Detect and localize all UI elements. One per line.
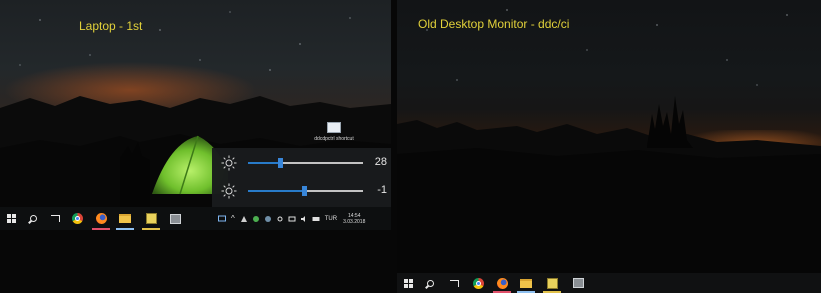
file-explorer-taskbar-button[interactable] [515, 273, 537, 293]
windows-logo-icon [6, 214, 16, 223]
chevron-up-icon[interactable]: ^ [231, 214, 235, 223]
app-icon [169, 213, 181, 224]
start-button[interactable] [0, 207, 22, 230]
laptop-screen-title: Laptop - 1st [79, 19, 143, 33]
start-button[interactable] [397, 273, 419, 293]
search-icon [29, 215, 37, 222]
chrome-taskbar-button[interactable] [467, 273, 489, 293]
firefox-icon [95, 213, 107, 224]
brightness-flyout: 28 -1 [212, 148, 391, 208]
slider-thumb[interactable] [278, 158, 284, 168]
task-view-icon [50, 215, 60, 222]
system-tray: ^ TUR 14:54 3.03.2018 [216, 207, 368, 230]
taskbar-laptop: ^ TUR 14:54 3.03.2018 [0, 207, 391, 230]
volume-icon[interactable] [300, 215, 308, 223]
chrome-icon [71, 213, 83, 224]
brightness-tray-icon[interactable] [276, 215, 284, 223]
battery-icon[interactable] [288, 215, 296, 223]
shortcut-glyph-icon [327, 122, 341, 133]
taskbar-monitor [397, 273, 821, 293]
network-icon[interactable] [240, 215, 248, 223]
task-view-icon [449, 279, 459, 287]
sticky-note-icon [546, 277, 558, 289]
monitor-screen-title: Old Desktop Monitor - ddc/ci [418, 17, 570, 31]
search-icon [426, 279, 434, 287]
brightness-row-monitor: -1 [212, 178, 391, 204]
brightness-value-laptop: 28 [374, 156, 387, 168]
desktop-icon-label: ddcdpctrl shortcut [314, 136, 354, 142]
chrome-icon [472, 277, 484, 289]
language-indicator[interactable]: TUR [325, 216, 337, 222]
file-explorer-taskbar-button[interactable] [114, 207, 136, 230]
search-button[interactable] [22, 207, 44, 230]
monitor-icon[interactable] [218, 215, 226, 223]
sticky-notes-taskbar-button[interactable] [140, 207, 162, 230]
brightness-value-monitor: -1 [377, 184, 387, 196]
folder-icon [119, 214, 131, 223]
sticky-notes-taskbar-button[interactable] [541, 273, 563, 293]
task-view-button[interactable] [44, 207, 66, 230]
search-button[interactable] [419, 273, 441, 293]
brightness-slider-laptop[interactable] [248, 158, 363, 168]
app-icon [572, 278, 584, 288]
slider-fill [248, 190, 305, 192]
keyboard-icon[interactable] [312, 215, 320, 223]
chrome-taskbar-button[interactable] [66, 207, 88, 230]
folder-icon [520, 278, 532, 288]
brightness-row-laptop: 28 [212, 150, 391, 176]
mountains-silhouette [397, 96, 821, 273]
defender-icon[interactable] [252, 215, 260, 223]
slider-thumb[interactable] [302, 186, 308, 196]
clock[interactable]: 14:54 3.03.2018 [343, 213, 365, 225]
brightness-sun-icon [221, 155, 237, 171]
task-view-button[interactable] [443, 273, 465, 293]
clock-date: 3.03.2018 [343, 218, 366, 225]
slider-fill [248, 162, 281, 164]
windows-logo-icon [403, 278, 413, 288]
firefox-icon [496, 277, 508, 289]
app-taskbar-button[interactable] [567, 273, 589, 293]
app-taskbar-button[interactable] [164, 207, 186, 230]
brightness-sun-icon [221, 183, 237, 199]
sticky-note-icon [145, 213, 157, 224]
firefox-taskbar-button[interactable] [491, 273, 513, 293]
firefox-taskbar-button[interactable] [90, 207, 112, 230]
monitor-screen [397, 0, 821, 273]
brightness-slider-monitor[interactable] [248, 186, 363, 196]
cloud-icon[interactable] [264, 215, 272, 223]
